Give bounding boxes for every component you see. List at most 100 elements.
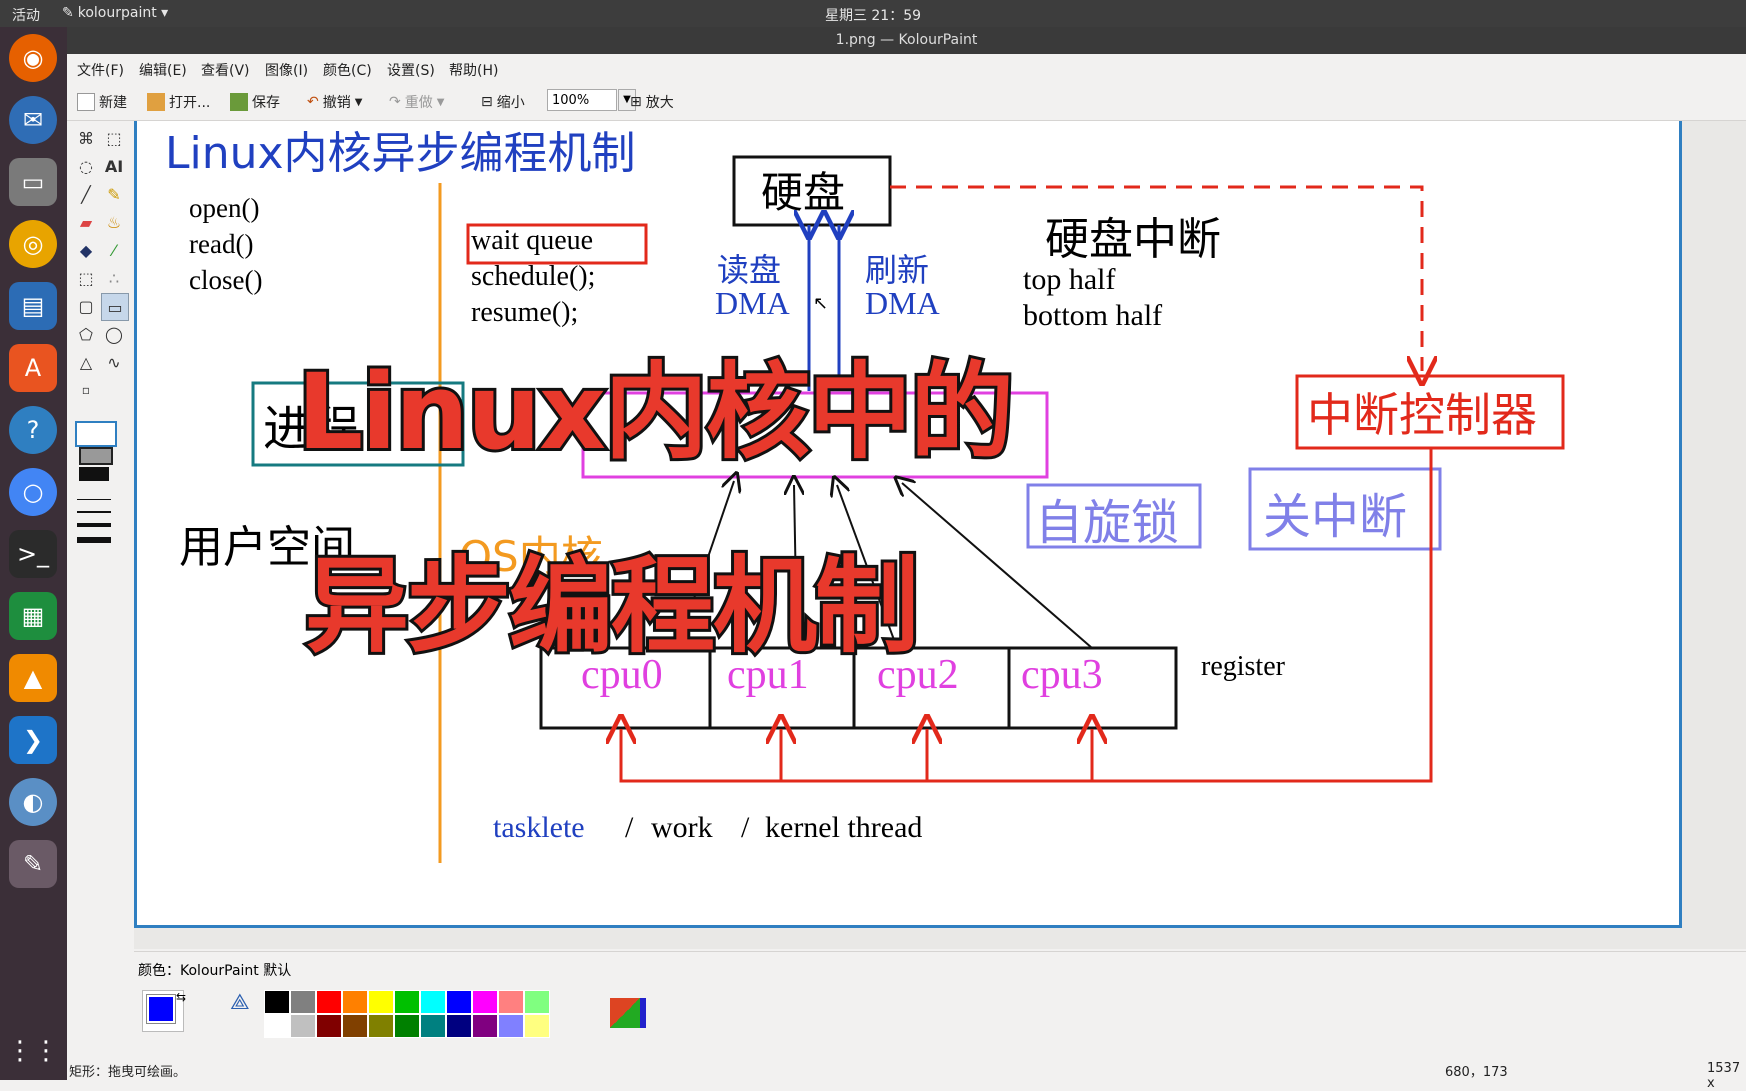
vscode-icon[interactable]: ❯ bbox=[9, 716, 57, 764]
palette-swatch[interactable] bbox=[290, 1014, 316, 1038]
redo-dropdown-icon[interactable]: ▼ bbox=[437, 97, 445, 108]
fg-color-well[interactable] bbox=[146, 994, 176, 1024]
chromium-icon[interactable]: ○ bbox=[9, 468, 57, 516]
palette-swatch[interactable] bbox=[524, 1014, 550, 1038]
firefox-icon[interactable]: ◉ bbox=[9, 34, 57, 82]
app-grid-icon[interactable]: ⋮⋮ bbox=[7, 1027, 59, 1075]
writer-icon[interactable]: ▤ bbox=[9, 282, 57, 330]
palette-swatch[interactable] bbox=[394, 990, 420, 1014]
calc-icon[interactable]: ▦ bbox=[9, 592, 57, 640]
clock[interactable]: 星期三 21：59 bbox=[0, 5, 1746, 25]
palette-swatch[interactable] bbox=[290, 990, 316, 1014]
zoom-in-icon: ⊞ bbox=[630, 94, 642, 110]
undo-button[interactable]: ↶ 撤销 ▼ bbox=[307, 92, 362, 112]
palette-swatch[interactable] bbox=[368, 990, 394, 1014]
palette-swatch[interactable] bbox=[316, 990, 342, 1014]
kolourpaint-dock-icon[interactable]: ✎ bbox=[9, 840, 57, 888]
color-scheme-label: 颜色：KolourPaint 默认 bbox=[138, 963, 292, 979]
palette-swatch[interactable] bbox=[264, 990, 290, 1014]
undo-icon: ↶ bbox=[307, 94, 319, 110]
menu-file[interactable]: 文件(F) bbox=[77, 60, 124, 80]
undo-dropdown-icon[interactable]: ▼ bbox=[355, 97, 363, 108]
thunderbird-icon[interactable]: ✉ bbox=[9, 96, 57, 144]
menu-edit[interactable]: 编辑(E) bbox=[139, 60, 187, 80]
fill-icon[interactable]: ◆ bbox=[73, 237, 99, 263]
kernel-thread-label: kernel thread bbox=[765, 811, 923, 844]
new-button[interactable]: 新建 bbox=[77, 92, 127, 112]
ellipse-icon[interactable]: ◯ bbox=[101, 321, 127, 347]
palette-swatch[interactable] bbox=[498, 990, 524, 1014]
line-width-3[interactable] bbox=[77, 523, 111, 527]
spray-icon[interactable]: ∴ bbox=[101, 265, 127, 291]
palette-swatch[interactable] bbox=[420, 990, 446, 1014]
palette-swatch[interactable] bbox=[524, 990, 550, 1014]
pencil-icon[interactable]: ✎ bbox=[101, 181, 127, 207]
rect-select-icon[interactable]: ⬚ bbox=[101, 125, 127, 151]
palette-swatch[interactable] bbox=[342, 1014, 368, 1038]
save-button[interactable]: 保存 bbox=[230, 92, 280, 112]
files-icon[interactable]: ▭ bbox=[9, 158, 57, 206]
line-width-4[interactable] bbox=[77, 537, 111, 543]
vlc-icon[interactable]: ▲ bbox=[9, 654, 57, 702]
menu-colors[interactable]: 颜色(C) bbox=[323, 60, 372, 80]
window-title: 1.png — KolourPaint bbox=[67, 27, 1746, 54]
line-width-2[interactable] bbox=[77, 511, 111, 513]
palette-swatch[interactable] bbox=[342, 990, 368, 1014]
redo-button[interactable]: ↷ 重做 ▼ bbox=[389, 92, 444, 112]
line-tool-icon[interactable]: ╱ bbox=[73, 181, 99, 207]
zoom-in-button[interactable]: ⊞ 放大 bbox=[630, 92, 674, 112]
menu-settings[interactable]: 设置(S) bbox=[387, 60, 435, 80]
zoom-tool-icon[interactable]: ▫ bbox=[73, 377, 99, 403]
eraser-icon[interactable]: ▰ bbox=[73, 209, 99, 235]
menu-view[interactable]: 查看(V) bbox=[201, 60, 250, 80]
menu-help[interactable]: 帮助(H) bbox=[449, 60, 498, 80]
transparency-icon[interactable]: ⟁ bbox=[230, 990, 250, 1015]
palette-swatch[interactable] bbox=[368, 1014, 394, 1038]
fill-style-bg[interactable] bbox=[79, 447, 113, 465]
palette-swatch[interactable] bbox=[394, 1014, 420, 1038]
polyline-icon[interactable]: △ bbox=[73, 349, 99, 375]
palette-swatch[interactable] bbox=[316, 1014, 342, 1038]
line-width-1[interactable] bbox=[77, 499, 111, 500]
curve-icon[interactable]: ∿ bbox=[101, 349, 127, 375]
palette-swatch[interactable] bbox=[264, 1014, 290, 1038]
disk-label: 硬盘 bbox=[761, 168, 846, 217]
text-tool-icon[interactable]: AI bbox=[101, 153, 127, 179]
drawing-canvas[interactable]: Linux内核异步编程机制 open() read() close() wait… bbox=[134, 121, 1682, 928]
brush-icon[interactable]: ♨ bbox=[101, 209, 127, 235]
software-center-icon[interactable]: A bbox=[9, 344, 57, 392]
wait-queue-label: wait queue bbox=[471, 225, 594, 256]
color-eraser-icon[interactable]: ⬚ bbox=[73, 265, 99, 291]
resume-label: resume(); bbox=[471, 297, 579, 328]
palette-swatch[interactable] bbox=[420, 1014, 446, 1038]
palette-swatch[interactable] bbox=[446, 990, 472, 1014]
help-icon[interactable]: ? bbox=[9, 406, 57, 454]
swap-colors-icon[interactable]: ⇆ bbox=[176, 990, 186, 1004]
disk-interrupt-label: 硬盘中断 bbox=[1045, 214, 1221, 265]
menu-image[interactable]: 图像(I) bbox=[265, 60, 308, 80]
palette-swatch[interactable] bbox=[498, 1014, 524, 1038]
color-picker-icon[interactable]: ⁄ bbox=[101, 237, 127, 263]
save-label: 保存 bbox=[252, 95, 280, 111]
redo-label: 重做 bbox=[404, 95, 433, 111]
screenshot-icon[interactable]: ◐ bbox=[9, 778, 57, 826]
top-half-label: top half bbox=[1023, 263, 1116, 296]
rectangle-tool-icon[interactable]: ▭ bbox=[101, 293, 129, 321]
fill-style-fg[interactable] bbox=[79, 467, 109, 481]
zoom-out-button[interactable]: ⊟ 缩小 bbox=[481, 92, 525, 112]
open-button[interactable]: 打开... bbox=[147, 92, 210, 112]
polygon-icon[interactable]: ⬠ bbox=[73, 321, 99, 347]
rhythmbox-icon[interactable]: ◎ bbox=[9, 220, 57, 268]
free-select-icon[interactable]: ⌘ bbox=[73, 125, 99, 151]
schedule-label: schedule(); bbox=[471, 261, 596, 292]
terminal-icon[interactable]: >_ bbox=[9, 530, 57, 578]
color-cube-icon[interactable] bbox=[610, 998, 646, 1028]
ellipse-select-icon[interactable]: ◌ bbox=[73, 153, 99, 179]
palette-swatch[interactable] bbox=[472, 990, 498, 1014]
rounded-rect-icon[interactable]: ▢ bbox=[73, 293, 99, 319]
open-label: 打开... bbox=[169, 95, 211, 111]
fill-style-outline[interactable] bbox=[75, 421, 117, 447]
palette-swatch[interactable] bbox=[472, 1014, 498, 1038]
zoom-select[interactable]: 100% bbox=[547, 89, 617, 111]
palette-swatch[interactable] bbox=[446, 1014, 472, 1038]
